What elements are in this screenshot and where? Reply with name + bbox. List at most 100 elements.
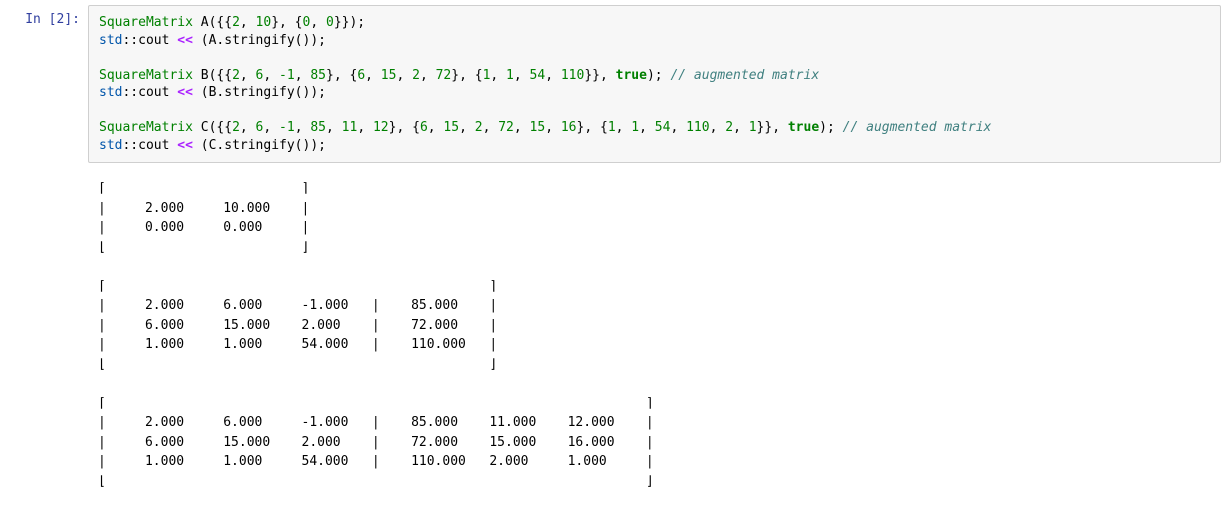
code-token: }}); [334,15,365,30]
code-token: 110 [686,120,709,135]
code-token: , [514,120,530,135]
code-token: ({{ [209,120,232,135]
code-token: 1 [631,120,639,135]
code-token: 6 [420,120,428,135]
output-prompt [0,173,88,497]
code-token: 110 [561,68,584,83]
code-token: 1 [749,120,757,135]
code-token: // augmented matrix [843,120,992,135]
code-token: A [193,15,209,30]
code-token: SquareMatrix [99,68,193,83]
code-token: }, { [577,120,608,135]
code-token: << [177,138,193,153]
code-token: 16 [561,120,577,135]
code-token: , [420,68,436,83]
code-token: }}, [584,68,615,83]
code-token: , [263,120,279,135]
code-token: , [295,68,311,83]
code-token: , [459,120,475,135]
code-token: 0 [326,15,334,30]
code-token: 6 [357,68,365,83]
code-token: :: [122,33,138,48]
code-token: cout [138,85,177,100]
code-token: 85 [310,120,326,135]
code-token: , [616,120,632,135]
code-token: B [193,68,209,83]
code-token: -1 [279,120,295,135]
code-token: SquareMatrix [99,120,193,135]
code-token: 2 [475,120,483,135]
code-token: true [616,68,647,83]
code-token: , [326,120,342,135]
code-token: , [490,68,506,83]
code-token: , [733,120,749,135]
code-token: 12 [373,120,389,135]
code-token: ); [819,120,842,135]
code-token: (A.stringify()); [193,33,326,48]
code-token: std [99,85,122,100]
code-token: -1 [279,68,295,83]
code-token: (C.stringify()); [193,138,326,153]
code-token: 2 [232,15,240,30]
code-token: 2 [725,120,733,135]
code-token: :: [122,85,138,100]
code-token: , [428,120,444,135]
stdout-output: ⌈ ⌉ | 2.000 10.000 | | 0.000 0.000 | ⌊ ⌋… [88,173,1221,497]
code-token: ({{ [209,15,232,30]
code-token: 72 [498,120,514,135]
code-token: ); [647,68,670,83]
code-token: 1 [608,120,616,135]
code-token: 15 [443,120,459,135]
code-token: 15 [530,120,546,135]
code-token: ({{ [209,68,232,83]
code-token: , [240,15,256,30]
output-cell: ⌈ ⌉ | 2.000 10.000 | | 0.000 0.000 | ⌊ ⌋… [0,168,1226,502]
code-token: 85 [310,68,326,83]
code-token: cout [138,33,177,48]
code-token: 1 [506,68,514,83]
code-token: (B.stringify()); [193,85,326,100]
code-token: , [545,68,561,83]
code-token: }, { [271,15,302,30]
code-token: , [670,120,686,135]
code-token: , [396,68,412,83]
code-token: 72 [436,68,452,83]
code-token: }, { [326,68,357,83]
code-token: , [365,68,381,83]
code-token: , [295,120,311,135]
code-token: }, { [389,120,420,135]
code-token: // augmented matrix [670,68,819,83]
code-token: SquareMatrix [99,15,193,30]
code-token: , [240,68,256,83]
code-token: cout [138,138,177,153]
code-token: }, { [451,68,482,83]
code-token: true [788,120,819,135]
code-token: }}, [757,120,788,135]
code-token: 11 [342,120,358,135]
code-token: , [240,120,256,135]
code-input[interactable]: SquareMatrix A({{2, 10}, {0, 0}}); std::… [88,5,1221,163]
code-token: << [177,85,193,100]
code-token: , [514,68,530,83]
code-token: , [310,15,326,30]
code-token: , [357,120,373,135]
code-token: :: [122,138,138,153]
code-token: , [545,120,561,135]
code-token: 54 [530,68,546,83]
code-token: 2 [232,120,240,135]
code-token: std [99,138,122,153]
input-cell: In [2]: SquareMatrix A({{2, 10}, {0, 0}}… [0,0,1226,168]
code-token: , [263,68,279,83]
code-token: 2 [232,68,240,83]
code-token: << [177,33,193,48]
cell-prompt: In [2]: [0,5,88,163]
code-token: , [483,120,499,135]
code-token: std [99,33,122,48]
code-token: C [193,120,209,135]
code-token: 54 [655,120,671,135]
code-token: 10 [256,15,272,30]
code-token: , [639,120,655,135]
code-token: 2 [412,68,420,83]
code-token: 15 [381,68,397,83]
code-token: , [710,120,726,135]
